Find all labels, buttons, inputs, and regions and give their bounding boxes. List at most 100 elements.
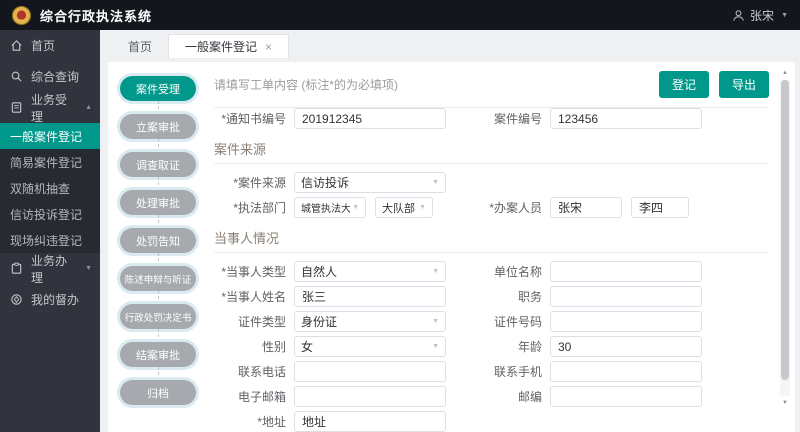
scrollbar-thumb[interactable] <box>781 80 789 380</box>
case-no-input[interactable] <box>550 108 702 129</box>
scrollbar: ▲ ▼ <box>780 68 790 408</box>
scrollbar-track[interactable] <box>780 80 790 396</box>
chevron-down-icon: ▼ <box>781 11 788 19</box>
tab-home[interactable]: 首页 <box>112 34 168 58</box>
document-icon <box>11 102 22 113</box>
case-no-label: 案件编号 <box>493 112 542 126</box>
step-filing-approval[interactable]: 立案审批 <box>120 114 196 139</box>
sidebar-item-home[interactable]: 首页 <box>0 30 100 61</box>
email-input[interactable] <box>294 386 446 407</box>
handler1-input[interactable] <box>550 197 622 218</box>
case-form: 请填写工单内容 (标注*的为必填项) 登记 导出 *通知书编号 案件编号 案件来… <box>200 62 795 432</box>
sidebar-item-random-check[interactable]: 双随机抽查 <box>0 175 100 201</box>
gender-select[interactable]: 女 ▼ <box>294 336 446 357</box>
scroll-down-icon[interactable]: ▼ <box>780 398 790 408</box>
chevron-down-icon: ▼ <box>432 179 439 186</box>
sidebar-submenu: 一般案件登记 简易案件登记 双随机抽查 信访投诉登记 现场纠违登记 <box>0 123 100 253</box>
party-name-input[interactable] <box>294 286 446 307</box>
sidebar-item-acceptance[interactable]: 业务受理 ▲ <box>0 92 100 124</box>
email-label: 电子邮箱 <box>237 390 286 404</box>
step-connector <box>158 291 159 304</box>
party-name-label: *当事人姓名 <box>221 290 286 304</box>
id-type-label: 证件类型 <box>237 315 286 329</box>
gender-label: 性别 <box>261 340 286 354</box>
user-name: 张宋 <box>750 8 775 23</box>
position-label: 职务 <box>517 290 542 304</box>
step-connector <box>158 329 159 342</box>
position-input[interactable] <box>550 286 702 307</box>
home-icon <box>11 40 22 51</box>
notice-no-label: *通知书编号 <box>221 112 286 126</box>
chevron-up-icon: ▲ <box>85 104 92 111</box>
tab-general-case[interactable]: 一般案件登记 × <box>168 34 290 58</box>
party-type-label: *当事人类型 <box>221 265 286 279</box>
mobile-input[interactable] <box>550 361 702 382</box>
search-icon <box>11 71 22 82</box>
section-party-info: 当事人情况 <box>214 222 769 253</box>
handlers-label: *办案人员 <box>489 201 542 215</box>
form-note: 请填写工单内容 (标注*的为必填项) <box>214 78 398 92</box>
step-closing-approval[interactable]: 结案审批 <box>120 342 196 367</box>
step-case-acceptance[interactable]: 案件受理 <box>120 76 196 101</box>
phone-input[interactable] <box>294 361 446 382</box>
close-icon[interactable]: × <box>265 41 272 53</box>
step-connector <box>158 101 159 114</box>
emblem-logo-icon <box>12 5 31 25</box>
clipboard-icon <box>11 262 22 274</box>
chevron-down-icon: ▼ <box>432 343 439 350</box>
app-title: 综合行政执法系统 <box>40 8 153 24</box>
register-button[interactable]: 登记 <box>658 71 709 98</box>
sidebar: 首页 综合查询 业务受理 ▲ 一般案件登记 简易案件登记 双随机抽查 信访投诉登… <box>0 30 100 432</box>
id-type-select[interactable]: 身份证 ▼ <box>294 311 446 332</box>
sidebar-item-query[interactable]: 综合查询 <box>0 61 100 92</box>
user-menu[interactable]: 张宋 ▼ <box>732 7 788 24</box>
law-subdept-select[interactable]: 大队部 ▼ <box>375 197 433 218</box>
org-name-label: 单位名称 <box>493 265 542 279</box>
org-name-input[interactable] <box>550 261 702 282</box>
sidebar-item-supervision[interactable]: 我的督办 <box>0 284 100 315</box>
chevron-down-icon: ▼ <box>432 318 439 325</box>
section-case-source: 案件来源 <box>214 133 769 164</box>
sidebar-item-processing[interactable]: 业务办理 ▼ <box>0 253 100 285</box>
scroll-up-icon[interactable]: ▲ <box>780 68 790 78</box>
step-connector <box>158 215 159 228</box>
chevron-down-icon: ▼ <box>352 204 359 211</box>
handler2-input[interactable] <box>631 197 689 218</box>
sidebar-item-onsite[interactable]: 现场纠违登记 <box>0 227 100 253</box>
export-button[interactable]: 导出 <box>718 71 769 98</box>
step-investigation[interactable]: 调查取证 <box>120 152 196 177</box>
sidebar-item-simple-case[interactable]: 简易案件登记 <box>0 149 100 175</box>
chevron-down-icon: ▼ <box>85 265 92 272</box>
badge-icon <box>11 294 22 305</box>
case-source-label: *案件来源 <box>233 176 286 190</box>
law-dept-label: *执法部门 <box>233 201 286 215</box>
id-no-label: 证件号码 <box>493 315 542 329</box>
age-input[interactable] <box>550 336 702 357</box>
step-handling-approval[interactable]: 处理审批 <box>120 190 196 215</box>
user-icon <box>733 9 744 21</box>
step-connector <box>158 253 159 266</box>
sidebar-item-general-case[interactable]: 一般案件登记 <box>0 123 100 149</box>
sidebar-item-petition[interactable]: 信访投诉登记 <box>0 201 100 227</box>
zip-input[interactable] <box>550 386 702 407</box>
step-statement-hearing[interactable]: 陈述申辩与听证 <box>120 266 196 291</box>
main-content: 首页 一般案件登记 × 案件受理 立案审批 调查取证 处理审批 处罚告知 陈述申… <box>100 30 800 432</box>
step-connector <box>158 367 159 380</box>
step-archive[interactable]: 归档 <box>120 380 196 405</box>
tab-bar: 首页 一般案件登记 × <box>100 30 800 58</box>
age-label: 年龄 <box>517 340 542 354</box>
app-header: 综合行政执法系统 张宋 ▼ <box>0 0 800 30</box>
case-panel: 案件受理 立案审批 调查取证 处理审批 处罚告知 陈述申辩与听证 行政处罚决定书… <box>108 62 795 432</box>
case-source-select[interactable]: 信访投诉 ▼ <box>294 172 446 193</box>
notice-no-input[interactable] <box>294 108 446 129</box>
party-type-select[interactable]: 自然人 ▼ <box>294 261 446 282</box>
law-dept-select[interactable]: 城管执法大队 ▼ <box>294 197 366 218</box>
address-input[interactable] <box>294 411 446 432</box>
step-connector <box>158 177 159 190</box>
chevron-down-icon: ▼ <box>419 204 426 211</box>
id-no-input[interactable] <box>550 311 702 332</box>
form-header: 请填写工单内容 (标注*的为必填项) 登记 导出 <box>214 62 769 108</box>
step-penalty-notice[interactable]: 处罚告知 <box>120 228 196 253</box>
step-connector <box>158 139 159 152</box>
step-penalty-decision[interactable]: 行政处罚决定书 <box>120 304 196 329</box>
